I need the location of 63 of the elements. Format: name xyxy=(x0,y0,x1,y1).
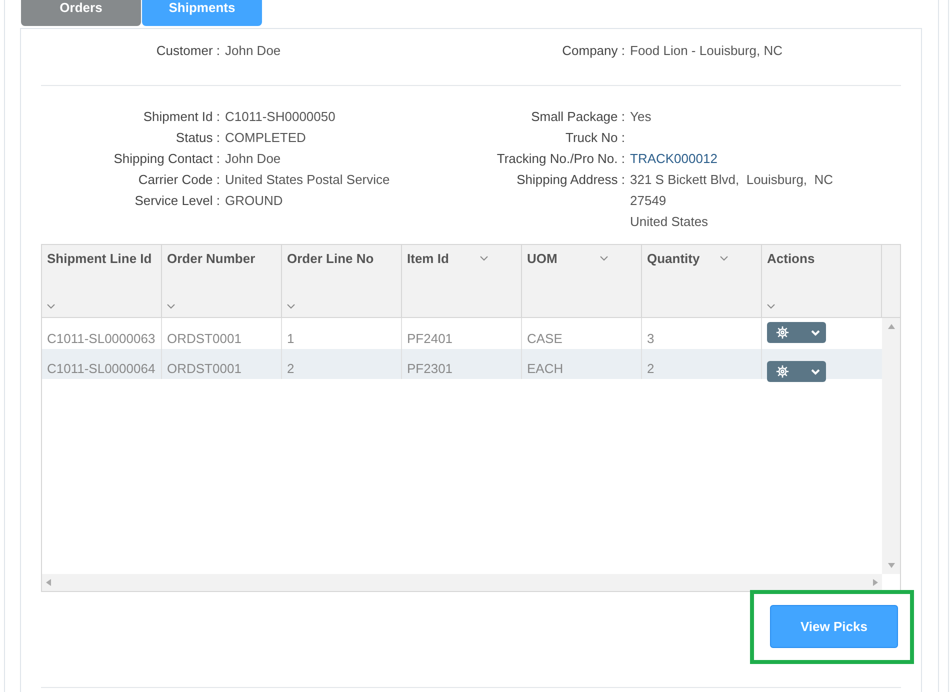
column-title[interactable]: Quantity xyxy=(647,251,700,266)
column-title[interactable]: Item Id xyxy=(407,251,449,266)
scroll-left-icon[interactable] xyxy=(46,579,51,586)
field-label: Truck No : xyxy=(564,129,626,147)
chevron-down-icon[interactable] xyxy=(167,304,175,309)
table-cell: 1 xyxy=(287,331,294,346)
chevron-down-icon[interactable] xyxy=(600,256,608,261)
scroll-down-icon[interactable] xyxy=(888,563,894,568)
table-cell: C1011-SL0000063 xyxy=(47,331,156,346)
column-title[interactable]: Shipment Line Id xyxy=(47,251,152,266)
column-title[interactable]: Actions xyxy=(767,251,815,266)
column-title[interactable]: UOM xyxy=(527,251,558,266)
table-cell: ORDST0001 xyxy=(167,331,242,346)
table-cell: 2 xyxy=(647,361,654,376)
field-label: Customer : xyxy=(155,42,221,60)
chevron-down-icon xyxy=(811,368,820,374)
column-title[interactable]: Order Number xyxy=(167,251,256,266)
chevron-down-icon[interactable] xyxy=(720,256,728,261)
scroll-right-icon[interactable] xyxy=(873,579,878,586)
field-value: United States Postal Service xyxy=(225,171,390,189)
scroll-up-icon[interactable] xyxy=(888,324,894,329)
field-label: Shipping Contact : xyxy=(112,150,221,168)
field-value: GROUND xyxy=(225,192,283,210)
field-label: Service Level : xyxy=(134,192,221,210)
column-title[interactable]: Order Line No xyxy=(287,251,374,266)
chevron-down-icon xyxy=(811,330,820,336)
field-value: 321 S Bickett Blvd, Louisburg, NC xyxy=(630,171,834,189)
table-cell: PF2401 xyxy=(407,331,453,346)
gear-icon xyxy=(776,326,789,339)
field-label: Status : xyxy=(174,129,221,147)
field-label: Carrier Code : xyxy=(137,171,221,189)
chevron-down-icon[interactable] xyxy=(480,256,488,261)
tab[interactable]: Orders xyxy=(21,0,141,26)
tracking-link[interactable]: TRACK000012 xyxy=(630,148,718,169)
field-value: C1011-SH0000050 xyxy=(225,108,336,126)
page-scrollbar[interactable] xyxy=(938,0,949,692)
table-cell: 3 xyxy=(647,331,654,346)
field-label: Shipping Address : xyxy=(516,171,626,189)
table-cell: EACH xyxy=(527,361,564,376)
field-label: Tracking No./Pro No. : xyxy=(496,150,626,168)
vertical-scrollbar[interactable] xyxy=(882,318,900,574)
table-cell: 2 xyxy=(287,361,294,376)
gear-icon xyxy=(776,365,789,378)
field-label: Small Package : xyxy=(530,108,626,126)
field-label: Shipment Id : xyxy=(142,108,221,126)
field-value: COMPLETED xyxy=(225,129,306,147)
table-cell: ORDST0001 xyxy=(167,361,242,376)
table-cell: PF2301 xyxy=(407,361,453,376)
actions-button[interactable] xyxy=(767,361,826,382)
chevron-down-icon[interactable] xyxy=(767,304,775,309)
table-cell: C1011-SL0000064 xyxy=(47,361,156,376)
table-cell: CASE xyxy=(527,331,562,346)
chevron-down-icon[interactable] xyxy=(47,304,55,309)
field-value: Food Lion - Louisburg, NC xyxy=(630,42,782,60)
field-value: John Doe xyxy=(225,150,281,168)
horizontal-scrollbar[interactable] xyxy=(42,574,882,591)
field-value: John Doe xyxy=(225,42,281,60)
chevron-down-icon[interactable] xyxy=(287,304,295,309)
field-value: Yes xyxy=(630,108,652,126)
field-value: 27549 xyxy=(630,192,668,210)
actions-button[interactable] xyxy=(767,322,826,343)
field-label: Company : xyxy=(561,42,626,60)
field-value: United States xyxy=(630,213,710,231)
